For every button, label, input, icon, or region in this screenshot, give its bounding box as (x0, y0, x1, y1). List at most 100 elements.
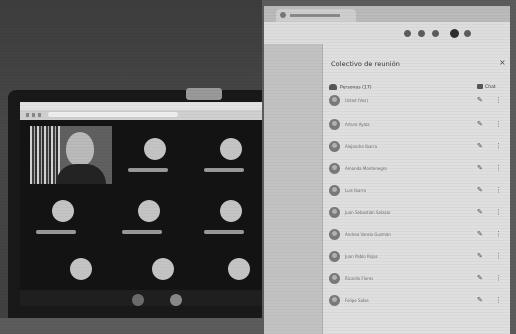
bookshelf (30, 126, 60, 184)
people-count-label: Personas (17) (340, 85, 372, 91)
participant-row: Amanda Montenegro ✎ ⋮ (329, 160, 507, 180)
more-vert-icon: ⋮ (495, 296, 502, 304)
participant-name: Felipe Salas (345, 298, 369, 303)
participant-name: Luis Ibarra (345, 188, 366, 193)
laptop-video-tile (198, 192, 262, 242)
participant-avatar (329, 163, 340, 174)
mic-icon: ✎ (477, 120, 483, 128)
mic-icon: ✎ (477, 274, 483, 282)
more-vert-icon: ⋮ (495, 96, 502, 104)
browser-toolbar (264, 22, 510, 44)
more-vert-icon: ⋮ (495, 208, 502, 216)
participant-avatar (152, 258, 174, 280)
participant-row: Alejandro Ibarra ✎ ⋮ (329, 138, 507, 158)
participant-name: Arturo Ayala (345, 122, 370, 127)
close-icon: × (499, 58, 506, 67)
desk-surface (0, 318, 270, 334)
more-vert-icon: ⋮ (495, 164, 502, 172)
participant-label (204, 230, 244, 234)
browser-tabbar (264, 6, 510, 22)
browser-tab (276, 9, 356, 22)
participant-avatar (329, 185, 340, 196)
participant-name: Amanda Montenegro (345, 166, 387, 171)
people-icon (329, 84, 337, 90)
participant-name: Ricardo Flores (345, 276, 374, 281)
participant-row: Andrea Varela Guzmán ✎ ⋮ (329, 226, 507, 246)
participant-name: Juan Sebastián Salazar (345, 210, 391, 215)
participant-row: Felipe Salas ✎ ⋮ (329, 292, 507, 312)
chat-label: Chat (485, 85, 496, 90)
laptop-speaker-video (30, 126, 112, 184)
laptop-screen (20, 102, 270, 306)
participant-avatar (70, 258, 92, 280)
more-vert-icon: ⋮ (495, 120, 502, 128)
mic-icon: ✎ (477, 142, 483, 150)
laptop-video-tile (116, 192, 180, 242)
profile-avatar-icon (450, 29, 459, 38)
participant-avatar (329, 141, 340, 152)
participant-avatar (329, 207, 340, 218)
speaker-head (66, 132, 94, 166)
meeting-video-area (264, 44, 322, 334)
extension-icon (418, 30, 425, 37)
participant-row: Juan Pablo Rojas ✎ ⋮ (329, 248, 507, 268)
participant-avatar (228, 258, 250, 280)
participant-label (122, 230, 162, 234)
more-vert-icon: ⋮ (495, 186, 502, 194)
photo: Colectivo de reunión × Personas (17) Cha… (0, 0, 516, 334)
webcam-cover (186, 88, 222, 100)
participant-avatar (144, 138, 166, 160)
participant-name: Andrea Varela Guzmán (345, 232, 391, 237)
more-vert-icon: ⋮ (495, 230, 502, 238)
participant-avatar (220, 200, 242, 222)
participant-label (36, 230, 76, 234)
participant-row: Usted (Vos) ✎ ⋮ (329, 92, 507, 112)
participant-avatar (329, 119, 340, 130)
participants-panel: Colectivo de reunión × Personas (17) Cha… (323, 44, 510, 334)
panel-title: Colectivo de reunión (331, 60, 400, 68)
participant-row: Juan Sebastián Salazar ✎ ⋮ (329, 204, 507, 224)
laptop-video-tile (198, 130, 262, 180)
mic-icon: ✎ (477, 208, 483, 216)
laptop-video-tile (30, 192, 94, 242)
participant-row: Arturo Ayala ✎ ⋮ (329, 116, 507, 136)
chat-link: Chat (477, 84, 496, 90)
participant-avatar (220, 138, 242, 160)
mic-toggle-icon (132, 294, 144, 306)
menu-icon (464, 30, 471, 37)
laptop-address-field (48, 112, 178, 117)
more-vert-icon: ⋮ (495, 274, 502, 282)
participant-label (204, 168, 244, 172)
participant-avatar (329, 229, 340, 240)
mic-icon: ✎ (477, 252, 483, 260)
participant-avatar (329, 295, 340, 306)
tab-favicon-icon (280, 12, 286, 18)
laptop-video-tile (122, 130, 186, 180)
laptop-meeting-controls (20, 290, 270, 306)
mic-icon: ✎ (477, 164, 483, 172)
participant-name: Juan Pablo Rojas (345, 254, 378, 259)
extension-icon (432, 30, 439, 37)
participant-avatar (138, 200, 160, 222)
laptop-url-bar (20, 110, 270, 120)
more-vert-icon: ⋮ (495, 142, 502, 150)
participant-name: Usted (Vos) (345, 98, 368, 103)
mic-icon: ✎ (477, 230, 483, 238)
participant-avatar (329, 95, 340, 106)
participant-avatar (329, 251, 340, 262)
people-section-header: Personas (17) (329, 84, 372, 91)
participant-label (128, 168, 168, 172)
tab-title (290, 14, 340, 17)
participant-row: Luis Ibarra ✎ ⋮ (329, 182, 507, 202)
mic-icon: ✎ (477, 296, 483, 304)
monitor-screen: Colectivo de reunión × Personas (17) Cha… (264, 6, 510, 334)
participant-avatar (52, 200, 74, 222)
laptop-browser-tabbar (20, 102, 270, 110)
extension-icon (404, 30, 411, 37)
laptop-window-controls (26, 113, 42, 117)
camera-toggle-icon (170, 294, 182, 306)
participant-name: Alejandro Ibarra (345, 144, 378, 149)
mic-icon: ✎ (477, 186, 483, 194)
participant-row: Ricardo Flores ✎ ⋮ (329, 270, 507, 290)
participant-avatar (329, 273, 340, 284)
